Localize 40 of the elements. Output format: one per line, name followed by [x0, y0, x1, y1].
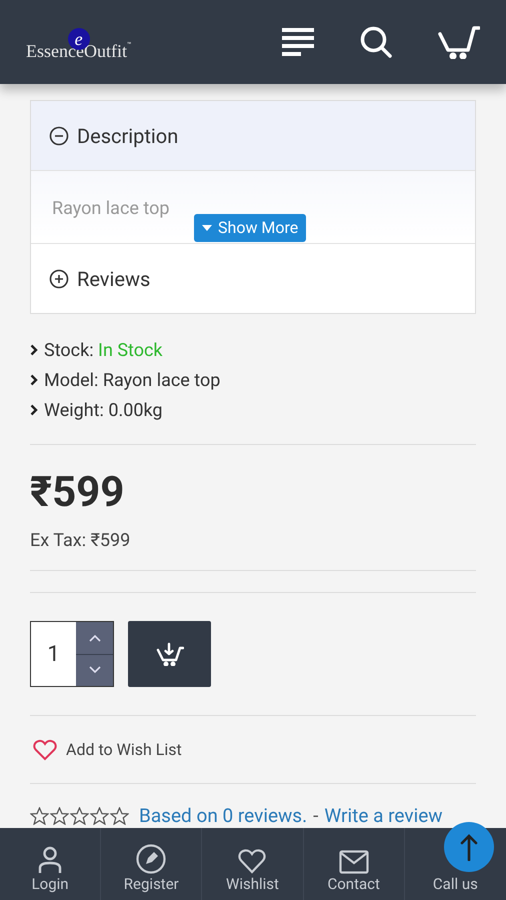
caret-icon	[202, 225, 212, 231]
detail-text: Stock: In Stock	[44, 338, 163, 362]
cart-icon[interactable]	[438, 25, 480, 59]
detail-text: Weight: 0.00kg	[44, 398, 163, 422]
star-icon	[70, 807, 89, 826]
mail-icon	[338, 850, 369, 874]
heart-icon	[33, 738, 57, 760]
star-icon	[110, 807, 129, 826]
add-to-wishlist-button[interactable]: Add to Wish List	[33, 738, 182, 762]
ex-tax-text: Ex Tax: ₹599	[30, 529, 132, 553]
user-icon	[38, 846, 62, 874]
arrow-up-icon	[459, 833, 479, 861]
star-icon	[30, 807, 49, 826]
nav-button[interactable]: Register	[124, 844, 179, 892]
add-to-cart-button[interactable]	[128, 621, 211, 687]
chevron-right-icon	[30, 344, 38, 356]
menu-icon[interactable]	[282, 28, 314, 56]
separator-text: -	[313, 803, 318, 829]
chevron-right-icon	[30, 374, 38, 386]
nav-button[interactable]: Wishlist	[226, 848, 279, 892]
detail-text: Model: Rayon lace top	[44, 368, 220, 392]
nav-button[interactable]: Contact	[327, 850, 380, 892]
show-more-button[interactable]: Show More	[194, 214, 306, 242]
heart-icon	[238, 848, 266, 874]
reviews-link[interactable]: Based on 0 reviews.	[139, 802, 308, 830]
add-to-cart-icon	[156, 642, 184, 666]
collapse-icon	[49, 126, 69, 146]
accordion-header[interactable]: Description	[31, 101, 475, 171]
chevron-right-icon	[30, 404, 38, 416]
star-icon	[90, 807, 109, 826]
price-text: ₹599	[30, 467, 126, 519]
description-text: Rayon lace top	[52, 197, 170, 221]
accordion-header[interactable]: Reviews	[31, 243, 475, 313]
write-review-link[interactable]: Write a review	[324, 802, 443, 830]
pencil-icon	[136, 844, 166, 874]
search-icon[interactable]	[360, 26, 392, 58]
expand-icon	[49, 268, 69, 288]
star-icon	[50, 807, 69, 826]
nav-button[interactable]: Call us	[432, 877, 478, 892]
nav-button[interactable]: Login	[32, 846, 69, 892]
